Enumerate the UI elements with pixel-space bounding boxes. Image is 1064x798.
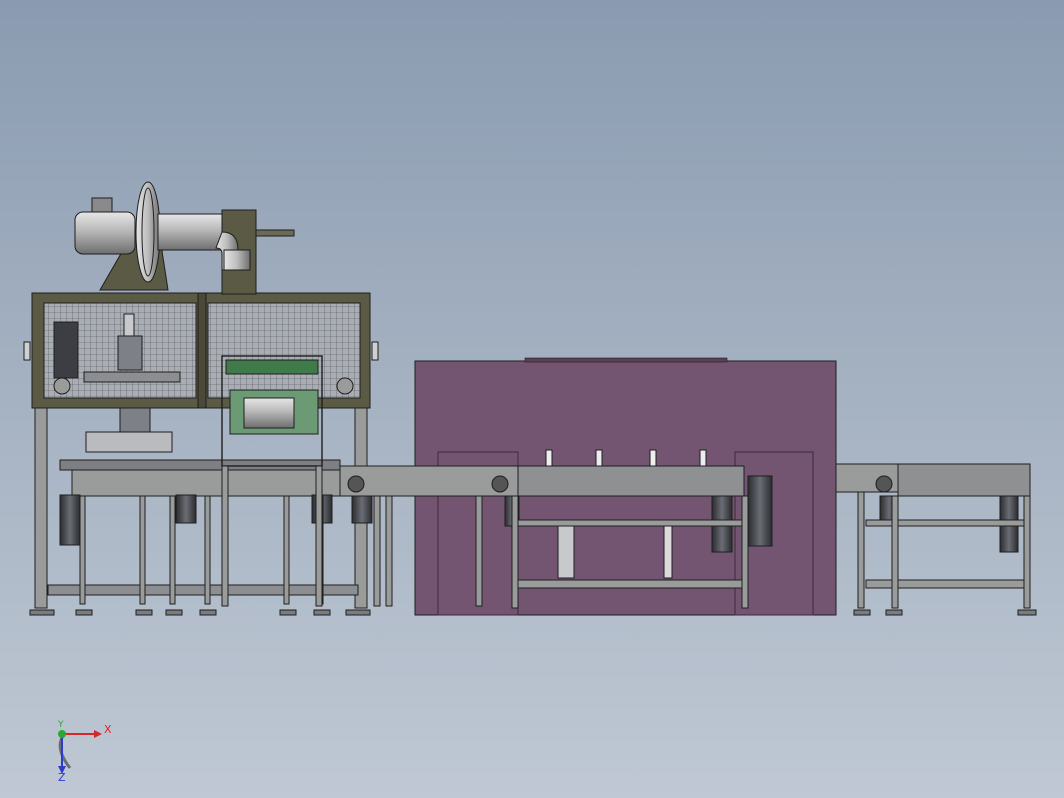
left-machine-guard[interactable]: [23, 292, 379, 409]
assembly-drawing[interactable]: [0, 0, 1064, 798]
x-axis-arrowhead: [94, 730, 102, 738]
y-axis-dot: [58, 730, 66, 738]
z-axis-label: Z: [58, 771, 66, 784]
outfeed-conveyor[interactable]: [835, 463, 1037, 616]
blower-assembly[interactable]: [74, 181, 295, 295]
y-axis-label: Y: [58, 720, 64, 730]
coordinate-triad: X Y Z: [50, 718, 120, 784]
x-axis-label: X: [104, 723, 112, 736]
cad-graphics-viewport[interactable]: X Y Z: [0, 0, 1064, 798]
